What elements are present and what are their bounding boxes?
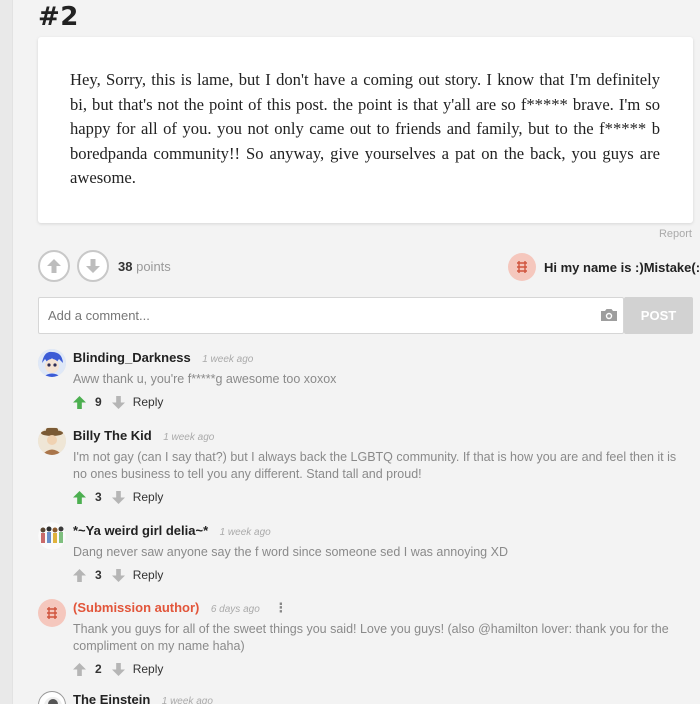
site-logo-icon xyxy=(517,261,527,273)
comment-author[interactable]: (Submission author) xyxy=(73,600,199,615)
comment-author[interactable]: Billy The Kid xyxy=(73,428,152,443)
reply-button[interactable]: Reply xyxy=(133,395,164,409)
downvote-icon[interactable] xyxy=(111,568,125,582)
points-value: 38 xyxy=(118,259,133,274)
post-button[interactable]: POST xyxy=(624,297,693,334)
avatar-image xyxy=(44,697,62,704)
avatar[interactable] xyxy=(38,349,66,377)
comment-box xyxy=(38,297,624,334)
comment-time: 6 days ago xyxy=(210,604,260,615)
comment-score: 2 xyxy=(95,662,102,676)
comment-author[interactable]: Blinding_Darkness xyxy=(73,350,191,365)
upvote-icon xyxy=(47,259,61,273)
avatar[interactable] xyxy=(38,691,66,704)
site-logo-icon xyxy=(47,607,57,619)
comment-text: I'm not gay (can I say that?) but I alwa… xyxy=(73,450,677,481)
avatar[interactable] xyxy=(38,522,66,550)
comment-actions: 9 Reply xyxy=(73,395,163,409)
camera-icon[interactable] xyxy=(599,307,619,323)
comment-input[interactable] xyxy=(39,298,589,333)
post-card: Hey, Sorry, this is lame, but I don't ha… xyxy=(38,37,693,223)
downvote-icon[interactable] xyxy=(111,490,125,504)
avatar[interactable] xyxy=(38,599,66,627)
upvote-button[interactable] xyxy=(38,250,70,282)
comment-author[interactable]: *~Ya weird girl delia~* xyxy=(73,523,208,538)
avatar-image xyxy=(38,349,66,377)
upvote-icon[interactable] xyxy=(73,490,86,504)
points-count: 38 points xyxy=(118,259,171,274)
comment-actions: 3 Reply xyxy=(73,568,163,582)
comment-score: 9 xyxy=(95,395,102,409)
upvote-icon[interactable] xyxy=(73,395,86,409)
post-body: Hey, Sorry, this is lame, but I don't ha… xyxy=(70,70,660,187)
upvote-icon[interactable] xyxy=(73,568,86,582)
comment-text: Thank you guys for all of the sweet thin… xyxy=(73,622,669,653)
points-label: points xyxy=(136,259,171,274)
comment-text: Aww thank u, you're f*****g awesome too … xyxy=(73,372,337,386)
comment-author[interactable]: The Einstein xyxy=(73,692,150,704)
comment-text: Dang never saw anyone say the f word sin… xyxy=(73,545,508,559)
comment-header: Blinding_Darkness 1 week ago xyxy=(73,349,253,367)
downvote-button[interactable] xyxy=(77,250,109,282)
comment-actions: 2 Reply xyxy=(73,662,163,676)
comment-header: The Einstein 1 week ago xyxy=(73,691,213,704)
downvote-icon[interactable] xyxy=(111,395,125,409)
reply-button[interactable]: Reply xyxy=(133,490,164,504)
post-author[interactable]: Hi my name is :)Mistake(: xyxy=(508,253,700,281)
vertical-dots-icon[interactable]: ⋮ xyxy=(274,600,287,615)
comment-score: 3 xyxy=(95,490,102,504)
comment-time: 1 week ago xyxy=(219,527,271,538)
comment-time: 1 week ago xyxy=(161,696,213,704)
comment-header: Billy The Kid 1 week ago xyxy=(73,427,214,445)
comment-score: 3 xyxy=(95,568,102,582)
downvote-icon[interactable] xyxy=(111,662,125,676)
author-avatar xyxy=(508,253,536,281)
downvote-icon xyxy=(86,259,100,273)
comment-header: *~Ya weird girl delia~* 1 week ago xyxy=(73,522,271,540)
reply-button[interactable]: Reply xyxy=(133,568,164,582)
author-name: Hi my name is :)Mistake(: xyxy=(544,259,700,275)
avatar-image xyxy=(38,522,66,550)
comment-time: 1 week ago xyxy=(202,354,254,365)
comment-header: (Submission author) 6 days ago ⋮ xyxy=(73,599,287,617)
comment-time: 1 week ago xyxy=(163,432,215,443)
avatar[interactable] xyxy=(38,427,66,455)
item-number: #2 xyxy=(38,2,79,32)
reply-button[interactable]: Reply xyxy=(133,662,164,676)
upvote-icon[interactable] xyxy=(73,662,86,676)
left-rail xyxy=(0,0,13,704)
avatar-image xyxy=(38,427,66,455)
report-link[interactable]: Report xyxy=(659,228,692,240)
comment-actions: 3 Reply xyxy=(73,490,163,504)
